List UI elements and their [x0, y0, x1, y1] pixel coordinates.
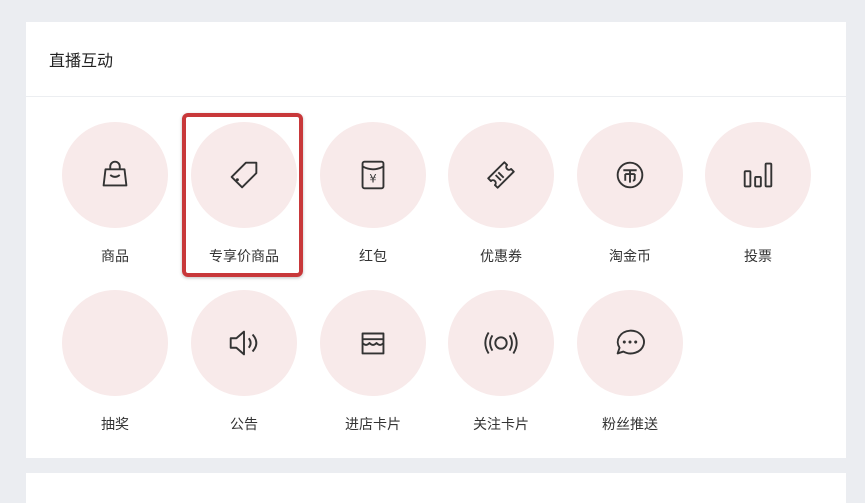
speaker-icon	[229, 330, 258, 356]
tool-store-card-circle	[320, 290, 426, 396]
red-envelope-icon: ¥	[361, 160, 385, 190]
tool-coupon[interactable]: 优惠券	[448, 122, 554, 272]
next-panel	[26, 473, 846, 503]
tool-product[interactable]: 商品	[62, 122, 168, 272]
tool-label: 关注卡片	[473, 417, 529, 433]
chat-bubble-icon	[616, 329, 645, 355]
tool-label: 商品	[101, 249, 129, 265]
coupon-icon	[487, 161, 515, 189]
tool-taojinbi-circle	[577, 122, 683, 228]
tool-label: 优惠券	[480, 249, 522, 265]
section-title: 直播互动	[26, 22, 846, 97]
bar-chart-icon	[743, 162, 773, 188]
svg-text:¥: ¥	[369, 172, 376, 186]
tool-lottery-circle	[62, 290, 168, 396]
tool-store-card[interactable]: 进店卡片	[320, 290, 426, 440]
tool-coupon-circle	[448, 122, 554, 228]
live-interaction-panel: 直播互动 商品 专享价商品 ¥ 红包 优惠券 淘金币 投票 抽奖 公告 进店卡片…	[26, 22, 846, 458]
tool-announcement[interactable]: 公告	[191, 290, 297, 440]
broadcast-icon	[484, 332, 518, 354]
tool-announcement-circle	[191, 290, 297, 396]
tool-red-envelope-circle: ¥	[320, 122, 426, 228]
tool-label: 抽奖	[101, 417, 129, 433]
tool-vote[interactable]: 投票	[705, 122, 811, 272]
tool-label: 进店卡片	[345, 417, 401, 433]
tool-label: 红包	[359, 249, 387, 265]
tool-label: 淘金币	[609, 249, 651, 265]
tool-label: 粉丝推送	[602, 417, 658, 433]
tool-red-envelope[interactable]: ¥ 红包	[320, 122, 426, 272]
shopping-bag-icon	[102, 160, 128, 187]
tool-product-circle	[62, 122, 168, 228]
tool-lottery[interactable]: 抽奖	[62, 290, 168, 440]
tool-fan-push-circle	[577, 290, 683, 396]
tool-vote-circle	[705, 122, 811, 228]
tool-follow-card-circle	[448, 290, 554, 396]
tool-follow-card[interactable]: 关注卡片	[448, 290, 554, 440]
tool-fan-push[interactable]: 粉丝推送	[577, 290, 683, 440]
storefront-icon	[361, 332, 385, 355]
selection-highlight	[182, 113, 303, 277]
tool-label: 投票	[744, 249, 772, 265]
coin-icon	[616, 161, 644, 189]
tool-taojinbi[interactable]: 淘金币	[577, 122, 683, 272]
tool-label: 公告	[230, 417, 258, 433]
